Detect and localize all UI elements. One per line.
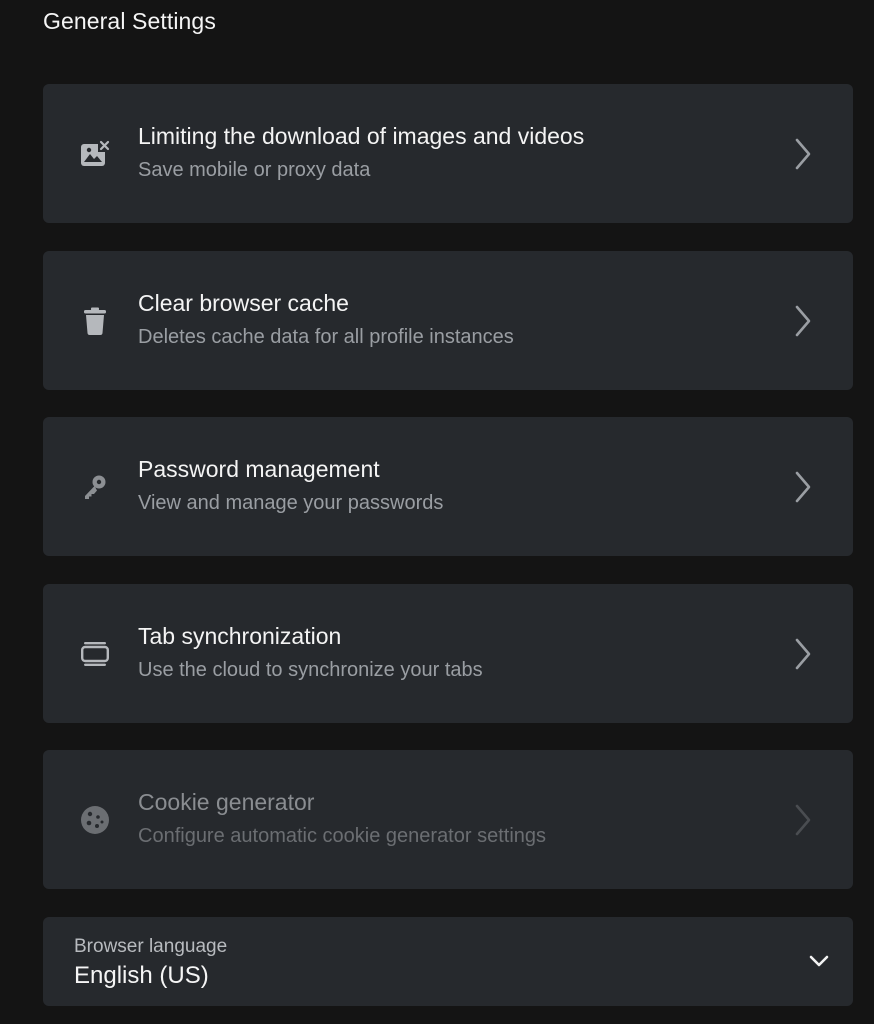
trash-icon: [79, 305, 111, 337]
setting-title: Tab synchronization: [138, 623, 342, 649]
password-management-setting[interactable]: Password management View and manage your…: [43, 417, 853, 556]
language-value: English (US): [74, 962, 209, 989]
setting-title: Cookie generator: [138, 789, 315, 815]
chevron-right-icon: [791, 303, 815, 339]
setting-subtitle: Configure automatic cookie generator set…: [138, 825, 547, 847]
tab-sync-setting[interactable]: Tab synchronization Use the cloud to syn…: [43, 584, 853, 723]
key-icon: [79, 471, 111, 503]
setting-title: Clear browser cache: [138, 290, 349, 316]
setting-subtitle: Use the cloud to synchronize your tabs: [138, 659, 483, 681]
chevron-right-icon: [791, 469, 815, 505]
setting-subtitle: Save mobile or proxy data: [138, 159, 371, 181]
image-off-icon: [79, 138, 111, 170]
chevron-right-icon: [791, 136, 815, 172]
tabs-stack-icon: [79, 638, 111, 670]
setting-subtitle: Deletes cache data for all profile insta…: [138, 326, 514, 348]
clear-cache-setting[interactable]: Clear browser cache Deletes cache data f…: [43, 251, 853, 390]
cookie-icon: [79, 804, 111, 836]
language-label: Browser language: [74, 936, 228, 957]
media-limit-setting[interactable]: Limiting the download of images and vide…: [43, 84, 853, 223]
chevron-right-icon: [791, 802, 815, 838]
browser-language-select[interactable]: Browser language English (US): [43, 917, 853, 1006]
page-title: General Settings: [43, 8, 216, 34]
cookie-generator-setting[interactable]: Cookie generator Configure automatic coo…: [43, 750, 853, 889]
chevron-right-icon: [791, 636, 815, 672]
setting-title: Limiting the download of images and vide…: [138, 123, 585, 149]
general-settings-page: General Settings Limiting the download o…: [0, 0, 874, 1024]
setting-subtitle: View and manage your passwords: [138, 492, 444, 514]
setting-title: Password management: [138, 456, 380, 482]
chevron-down-icon[interactable]: [807, 949, 831, 973]
